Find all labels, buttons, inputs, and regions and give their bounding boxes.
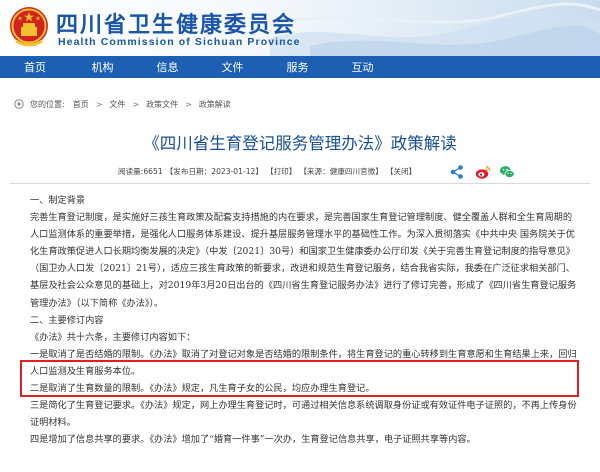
wechat-icon[interactable] (499, 164, 515, 180)
breadcrumb-separator: > (95, 99, 103, 109)
nav-item-documents[interactable]: 文件 (200, 59, 265, 75)
nav-item-interaction[interactable]: 互动 (330, 59, 395, 75)
paragraph: 二是取消了生育数量的限制。《办法》规定，凡生育子女的公民，均应办理生育登记。 (30, 383, 375, 395)
article-body: 一、制定背景 完善生育登记制度，是实施好三孩生育政策及配套支持措施的内在要求，是… (30, 192, 578, 448)
breadcrumb-home[interactable]: 首页 (73, 99, 89, 110)
breadcrumb: 您的位置: 首页 > 文件 > 政策文件 > 政策解读 (14, 97, 231, 111)
breadcrumb-policy-documents[interactable]: 政策文件 (146, 99, 178, 110)
location-icon (14, 99, 24, 109)
article-source: 【来源：健康四川官微】 (299, 166, 383, 176)
breadcrumb-policy-interpretation[interactable]: 政策解读 (199, 99, 231, 110)
site-header: 四川省卫生健康委员会 Health Commission of Sichuan … (0, 0, 600, 56)
breadcrumb-prefix: 您的位置: (30, 99, 65, 109)
site-name-chinese: 四川省卫生健康委员会 (56, 13, 297, 38)
nav-item-home[interactable]: 首页 (0, 59, 70, 75)
section-heading: 二、主要修订内容 (30, 314, 104, 326)
print-link[interactable]: 【打印】 (266, 166, 296, 177)
breadcrumb-separator: > (132, 99, 140, 109)
nav-item-organization[interactable]: 机构 (70, 59, 135, 75)
article-meta: 阅读量:6651 【发布日期：2023-01-12】 【打印】 【来源：健康四川… (118, 164, 419, 178)
article-title: 《四川省生育登记服务管理办法》政策解读 (143, 134, 457, 153)
paragraph-highlighted: 一是取消了是否结婚的限制。《办法》取消了对登记对象是否结婚的限制条件，将生育登记… (30, 348, 577, 377)
weibo-icon[interactable] (475, 164, 491, 180)
view-count: 阅读量:6651 (118, 166, 163, 176)
section-heading: 一、制定背景 (30, 195, 86, 206)
main-nav: 首页 机构 信息 文件 服务 互动 (0, 56, 600, 78)
share-icon[interactable] (449, 164, 465, 180)
paragraph: 完善生育登记制度，是实施好三孩生育政策及配套支持措施的内在要求，是完善国家生育登… (30, 212, 577, 309)
meta-divider (10, 183, 590, 184)
paragraph: 四是增加了信息共享的要求。《办法》增加了“婚育一件事”一次办，生育登记信息共享，… (30, 434, 476, 446)
article-content-area: 您的位置: 首页 > 文件 > 政策文件 > 政策解读 《四川省生育登记服务管理… (0, 78, 600, 472)
national-emblem-icon[interactable] (8, 5, 50, 49)
nav-item-information[interactable]: 信息 (135, 59, 200, 75)
paragraph: 《办法》共十六条，主要修订内容如下： (30, 331, 196, 343)
close-link[interactable]: 【关闭】 (386, 166, 416, 177)
breadcrumb-separator: > (185, 99, 192, 109)
publish-date: 【发布日期：2023-01-12】 (165, 166, 263, 176)
paragraph: 三是简化了生育登记要求。《办法》规定，网上办理生育登记时，可通过相关信息系统调取… (30, 400, 577, 429)
header-wave-decoration (270, 2, 600, 56)
site-name-english: Health Commission of Sichuan Province (58, 36, 301, 48)
nav-item-services[interactable]: 服务 (265, 59, 330, 75)
breadcrumb-documents[interactable]: 文件 (109, 99, 125, 110)
